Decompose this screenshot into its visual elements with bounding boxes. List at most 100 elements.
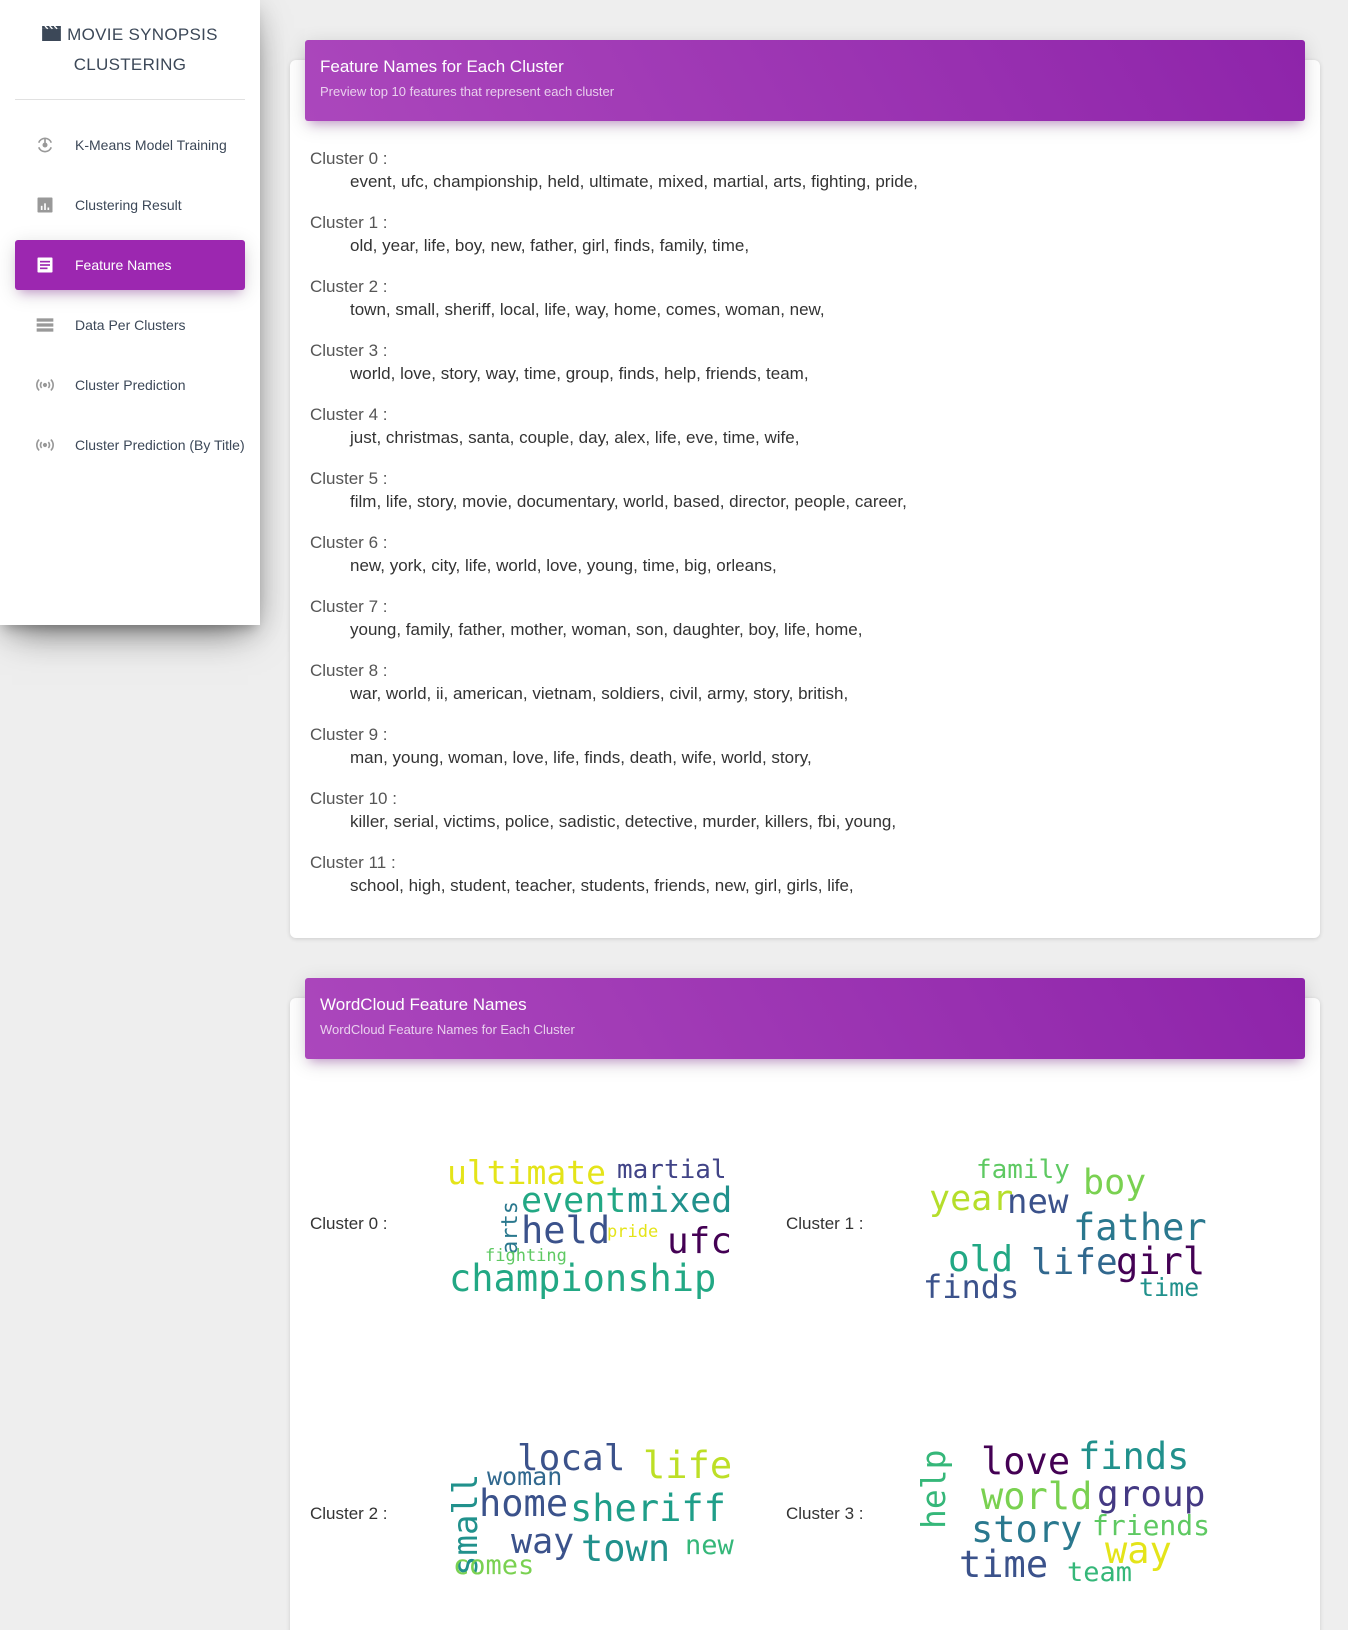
sidebar-item-label: K-Means Model Training <box>75 137 227 153</box>
wordcloud-word: year <box>929 1179 1013 1219</box>
cluster-words: just, christmas, santa, couple, day, ale… <box>350 428 800 447</box>
article-icon <box>35 255 55 275</box>
wordcloud-label: Cluster 3 : <box>786 1504 864 1523</box>
sidebar-item-label: Cluster Prediction <box>75 377 186 393</box>
cluster-label: Cluster 10 : <box>310 789 397 808</box>
card-title: WordCloud Feature Names <box>320 995 527 1014</box>
cluster-words: event, ufc, championship, held, ultimate… <box>350 172 918 191</box>
list-item: Cluster 2 : town, small, sheriff, local, … <box>310 276 1300 340</box>
broadcast-icon <box>35 375 55 395</box>
brand-title-line1: MOVIE SYNOPSIS <box>67 24 218 44</box>
wordcloud-word: home <box>479 1482 568 1525</box>
sidebar-item-data-per-clusters[interactable]: Data Per Clusters <box>15 300 245 350</box>
cluster-words: old, year, life, boy, new, father, girl,… <box>350 236 750 255</box>
sidebar-nav: K-Means Model Training Clustering Result… <box>0 120 260 470</box>
wordcloud-word: ufc <box>667 1221 732 1262</box>
cluster-label: Cluster 6 : <box>310 533 388 552</box>
cluster-label: Cluster 7 : <box>310 597 388 616</box>
card-header: Feature Names for Each Cluster Preview t… <box>305 40 1305 121</box>
cluster-label: Cluster 11 : <box>310 853 396 872</box>
sidebar: MOVIE SYNOPSIS CLUSTERING K-Means Model … <box>0 0 260 625</box>
wordcloud-word: pride <box>607 1222 658 1242</box>
wordcloud-item: Cluster 3 : help love finds world group … <box>786 1416 1266 1616</box>
wordcloud-label: Cluster 1 : <box>786 1214 864 1233</box>
wordcloud-word: help <box>914 1450 953 1529</box>
cluster-feature-list: Cluster 0 : event, ufc, championship, hel… <box>310 148 1300 916</box>
cluster-words: film, life, story, movie, documentary, w… <box>350 492 907 511</box>
sidebar-item-label: Clustering Result <box>75 197 182 213</box>
cluster-label: Cluster 2 : <box>310 277 388 296</box>
wordcloud-image: ultimate martial arts event mixed held p… <box>445 1126 755 1326</box>
broadcast-icon <box>35 435 55 455</box>
cluster-words: war, world, ii, american, vietnam, soldi… <box>350 684 849 703</box>
sidebar-item-label: Cluster Prediction (By Title) <box>75 437 245 453</box>
wordcloud-word: boy <box>1083 1163 1146 1203</box>
wordcloud-word: life <box>1031 1242 1118 1283</box>
list-item: Cluster 10 : killer, serial, victims, pol… <box>310 788 1300 852</box>
wordcloud-image: local life woman small home sheriff way … <box>445 1416 755 1616</box>
storage-icon <box>35 315 55 335</box>
card-subtitle: WordCloud Feature Names for Each Cluster <box>320 1022 575 1037</box>
list-item: Cluster 7 : young, family, father, mother… <box>310 596 1300 660</box>
sidebar-item-cluster-prediction[interactable]: Cluster Prediction <box>15 360 245 410</box>
wordcloud-word: time <box>1139 1273 1199 1302</box>
wordcloud-word: finds <box>1078 1435 1189 1478</box>
wordcloud-word: new <box>1007 1182 1069 1222</box>
training-icon <box>35 135 55 155</box>
cluster-label: Cluster 4 : <box>310 405 388 424</box>
wordcloud-word: mixed <box>627 1181 732 1221</box>
wordcloud-word: finds <box>923 1268 1019 1306</box>
sidebar-item-cluster-prediction-by-title[interactable]: Cluster Prediction (By Title) <box>15 420 245 470</box>
sidebar-item-label: Data Per Clusters <box>75 317 186 333</box>
wordcloud-word: new <box>685 1530 735 1561</box>
wordcloud-image: family boy year new father old life girl… <box>921 1126 1231 1326</box>
wordcloud-word: town <box>581 1527 670 1570</box>
card-title: Feature Names for Each Cluster <box>320 57 564 76</box>
brand-title-line2: CLUSTERING <box>73 54 187 74</box>
sidebar-item-clustering-result[interactable]: Clustering Result <box>15 180 245 230</box>
wordcloud-word: sheriff <box>570 1487 726 1530</box>
cluster-label: Cluster 9 : <box>310 725 388 744</box>
cluster-words: man, young, woman, love, life, finds, de… <box>350 748 812 767</box>
movie-clapper-icon <box>42 21 62 41</box>
brand[interactable]: MOVIE SYNOPSIS CLUSTERING <box>15 0 245 100</box>
feature-names-card: Feature Names for Each Cluster Preview t… <box>290 40 1320 938</box>
sidebar-item-feature-names[interactable]: Feature Names <box>15 240 245 290</box>
list-item: Cluster 8 : war, world, ii, american, vie… <box>310 660 1300 724</box>
wordcloud-word: team <box>1067 1557 1132 1588</box>
cluster-label: Cluster 3 : <box>310 341 388 360</box>
card-subtitle: Preview top 10 features that represent e… <box>320 84 615 99</box>
cluster-words: town, small, sheriff, local, life, way, … <box>350 300 825 319</box>
wordcloud-label: Cluster 0 : <box>310 1214 388 1233</box>
wordcloud-card: WordCloud Feature Names WordCloud Featur… <box>290 978 1320 1630</box>
cluster-label: Cluster 5 : <box>310 469 388 488</box>
cluster-words: killer, serial, victims, police, sadisti… <box>350 812 897 831</box>
list-item: Cluster 4 : just, christmas, santa, coupl… <box>310 404 1300 468</box>
bar-chart-icon <box>35 195 55 215</box>
wordcloud-word: life <box>643 1444 732 1487</box>
list-item: Cluster 6 : new, york, city, life, world,… <box>310 532 1300 596</box>
card-header: WordCloud Feature Names WordCloud Featur… <box>305 978 1305 1059</box>
sidebar-item-kmeans-training[interactable]: K-Means Model Training <box>15 120 245 170</box>
wordcloud-item: Cluster 2 : local life woman small home … <box>310 1416 790 1616</box>
cluster-words: young, family, father, mother, woman, so… <box>350 620 863 639</box>
wordcloud-item: Cluster 1 : family boy year new father o… <box>786 1126 1266 1326</box>
list-item: Cluster 5 : film, life, story, movie, doc… <box>310 468 1300 532</box>
wordcloud-item: Cluster 0 : ultimate martial arts event … <box>310 1126 790 1326</box>
list-item: Cluster 0 : event, ufc, championship, hel… <box>310 148 1300 212</box>
wordcloud-word: comes <box>453 1550 534 1581</box>
list-item: Cluster 11 : school, high, student, teach… <box>310 852 1300 916</box>
wordcloud-word: time <box>959 1543 1048 1586</box>
cluster-words: world, love, story, way, time, group, fi… <box>350 364 809 383</box>
wordcloud-label: Cluster 2 : <box>310 1504 388 1523</box>
cluster-label: Cluster 8 : <box>310 661 388 680</box>
cluster-words: new, york, city, life, world, love, youn… <box>350 556 777 575</box>
cluster-label: Cluster 0 : <box>310 149 388 168</box>
cluster-label: Cluster 1 : <box>310 213 388 232</box>
wordcloud-image: help love finds world group story friend… <box>914 1416 1231 1616</box>
sidebar-item-label: Feature Names <box>75 257 172 273</box>
wordcloud-word: championship <box>449 1257 716 1300</box>
cluster-words: school, high, student, teacher, students… <box>350 876 854 895</box>
list-item: Cluster 1 : old, year, life, boy, new, fa… <box>310 212 1300 276</box>
list-item: Cluster 9 : man, young, woman, love, life… <box>310 724 1300 788</box>
